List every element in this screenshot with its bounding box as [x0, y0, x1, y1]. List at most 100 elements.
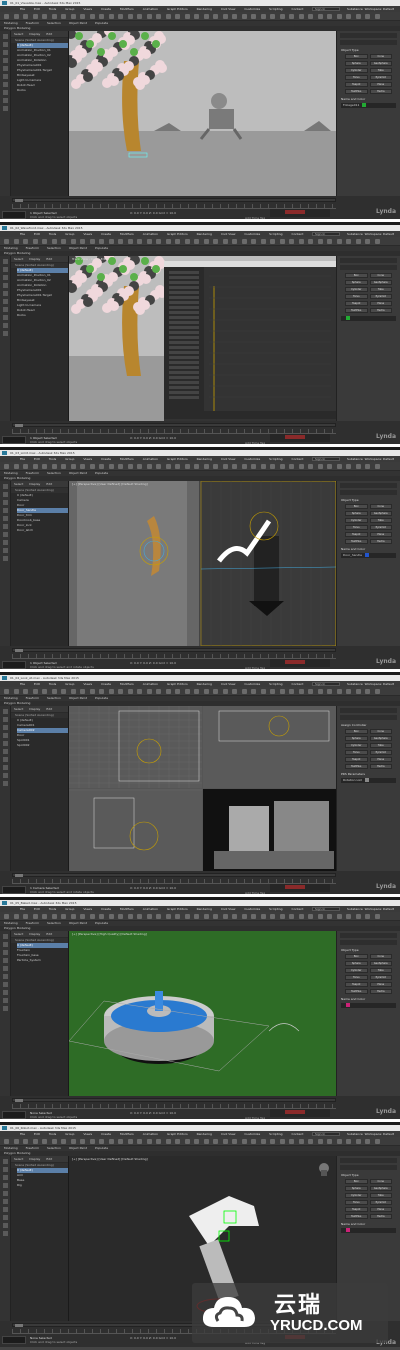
toolbar-button-icon[interactable]: [260, 14, 266, 19]
toolbar-button-icon[interactable]: [108, 464, 114, 469]
menu-item[interactable]: Civil View: [221, 7, 235, 11]
toolbar-button-icon[interactable]: [175, 464, 180, 469]
sign-in-button[interactable]: Sign In: [312, 907, 340, 911]
object-type-button[interactable]: Tube: [369, 518, 392, 523]
object-type-button[interactable]: Pyramid: [369, 525, 392, 530]
tool-icon[interactable]: [3, 283, 8, 288]
object-type-button[interactable]: TextPlus: [345, 1214, 368, 1219]
toolbar-button-icon[interactable]: [80, 14, 85, 19]
menu-item[interactable]: Civil View: [221, 232, 235, 236]
toolbar-button-icon[interactable]: [165, 464, 171, 469]
toolbar-button-icon[interactable]: [70, 1139, 76, 1144]
toolbar-button-icon[interactable]: [4, 689, 9, 694]
time-slider-handle[interactable]: [15, 874, 23, 877]
toolbar-button-icon[interactable]: [232, 1139, 237, 1144]
toolbar-button-icon[interactable]: [127, 914, 133, 919]
toolbar-button-icon[interactable]: [137, 914, 142, 919]
rollout-name-color[interactable]: Name and Color: [341, 997, 396, 1001]
toolbar-button-icon[interactable]: [23, 464, 28, 469]
toolbar-button-icon[interactable]: [336, 1139, 342, 1144]
rollout-object-type[interactable]: Object Type: [341, 1173, 396, 1177]
ribbon-tab[interactable]: Object Paint: [69, 1146, 87, 1150]
menu-item[interactable]: Views: [83, 907, 92, 911]
tool-icon[interactable]: [3, 1191, 8, 1196]
tool-icon[interactable]: [3, 34, 8, 39]
menu-item[interactable]: Content: [292, 907, 304, 911]
object-color-swatch[interactable]: [364, 778, 369, 782]
toolbar-button-icon[interactable]: [289, 14, 294, 19]
object-type-button[interactable]: GeoSphere: [369, 1186, 392, 1191]
toolbar-button-icon[interactable]: [289, 689, 294, 694]
menu-item[interactable]: Create: [101, 907, 111, 911]
scene-tab[interactable]: Select: [14, 32, 23, 36]
scene-tab[interactable]: Display: [29, 1157, 40, 1161]
toolbar-button-icon[interactable]: [165, 239, 171, 244]
object-name-field[interactable]: Door_handle: [341, 553, 396, 558]
menu-item[interactable]: Create: [101, 7, 111, 11]
object-type-button[interactable]: Cylinder: [345, 518, 368, 523]
tool-icon[interactable]: [3, 749, 8, 754]
toolbar-button-icon[interactable]: [298, 14, 304, 19]
toolbar-button-icon[interactable]: [251, 689, 256, 694]
scene-tab[interactable]: Edit: [46, 482, 52, 486]
object-type-button[interactable]: Tube: [369, 287, 392, 292]
viewport-label[interactable]: [+] [Perspective] [High Quality] [Defaul…: [72, 932, 147, 936]
toolbar-button-icon[interactable]: [137, 689, 142, 694]
toolbar-button-icon[interactable]: [260, 1139, 266, 1144]
toolbar-button-icon[interactable]: [232, 914, 237, 919]
menu-item[interactable]: Group: [65, 7, 74, 11]
object-type-button[interactable]: Torus: [345, 294, 368, 299]
menu-item[interactable]: Animation: [143, 907, 158, 911]
toolbar-button-icon[interactable]: [80, 689, 85, 694]
toolbar-button-icon[interactable]: [99, 464, 104, 469]
object-type-button[interactable]: Box: [345, 954, 368, 959]
ribbon-tab[interactable]: Object Paint: [69, 246, 87, 250]
tool-icon[interactable]: [3, 315, 8, 320]
toolbar-button-icon[interactable]: [89, 239, 95, 244]
tool-icon[interactable]: [3, 942, 8, 947]
object-type-button[interactable]: Hedra: [369, 308, 392, 313]
toolbar-button-icon[interactable]: [336, 14, 342, 19]
menu-item[interactable]: Substance: [347, 7, 363, 11]
toolbar-button-icon[interactable]: [374, 689, 380, 694]
add-time-tag-button[interactable]: Add Time Tag: [245, 891, 265, 894]
menu-item[interactable]: Group: [65, 907, 74, 911]
menu-item[interactable]: Customize: [244, 457, 260, 461]
toolbar-button-icon[interactable]: [336, 464, 342, 469]
toolbar-button-icon[interactable]: [194, 914, 199, 919]
toolbar-button-icon[interactable]: [241, 464, 247, 469]
time-slider-handle[interactable]: [15, 1324, 23, 1327]
toolbar-button-icon[interactable]: [327, 914, 332, 919]
tool-icon[interactable]: [3, 974, 8, 979]
object-type-button[interactable]: Plane: [369, 532, 392, 537]
toolbar-button-icon[interactable]: [175, 239, 180, 244]
object-type-button[interactable]: Cylinder: [345, 68, 368, 73]
toolbar-button-icon[interactable]: [70, 239, 76, 244]
toolbar-button-icon[interactable]: [175, 1139, 180, 1144]
toolbar-button-icon[interactable]: [213, 1139, 218, 1144]
toolbar-button-icon[interactable]: [298, 464, 304, 469]
tool-icon[interactable]: [3, 1183, 8, 1188]
menu-item[interactable]: Edit: [34, 907, 40, 911]
toolbar-button-icon[interactable]: [51, 14, 57, 19]
menu-item[interactable]: Modifiers: [120, 907, 134, 911]
scene-tab[interactable]: Edit: [46, 1157, 52, 1161]
maxscript-listener[interactable]: [2, 211, 26, 219]
toolbar-button-icon[interactable]: [70, 14, 76, 19]
toolbar-button-icon[interactable]: [23, 239, 28, 244]
toolbar-button-icon[interactable]: [137, 239, 142, 244]
menu-item[interactable]: File: [20, 7, 25, 11]
toolbar-button-icon[interactable]: [327, 1139, 332, 1144]
toolbar-button-icon[interactable]: [222, 14, 228, 19]
object-type-button[interactable]: Sphere: [345, 61, 368, 66]
toolbar-button-icon[interactable]: [118, 689, 123, 694]
menu-item[interactable]: Substance: [347, 907, 363, 911]
object-type-button[interactable]: Hedra: [369, 89, 392, 94]
rollout-object-type[interactable]: Object Type: [341, 498, 396, 502]
scene-tab[interactable]: Select: [14, 257, 23, 261]
tool-icon[interactable]: [3, 548, 8, 553]
scene-tab[interactable]: Edit: [46, 707, 52, 711]
toolbar-button-icon[interactable]: [232, 14, 237, 19]
toolbar-button-icon[interactable]: [336, 689, 342, 694]
rollout-name-color[interactable]: Name and Color: [341, 97, 396, 101]
